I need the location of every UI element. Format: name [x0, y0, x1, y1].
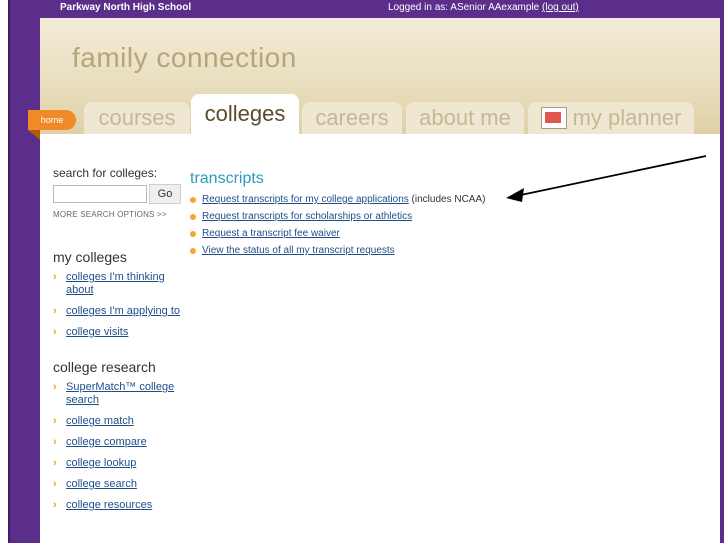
- chevron-right-icon: ›: [53, 499, 57, 511]
- go-button[interactable]: Go: [149, 184, 181, 204]
- logout-link[interactable]: (log out): [542, 2, 579, 13]
- list-item: › college compare: [53, 436, 183, 449]
- school-name: Parkway North High School: [60, 2, 192, 13]
- transcripts-section: transcripts Request transcripts for my c…: [190, 170, 710, 262]
- tab-courses[interactable]: courses: [84, 102, 190, 134]
- list-item: › college visits: [53, 326, 183, 339]
- list-item: › college search: [53, 478, 183, 491]
- tab-my-planner[interactable]: my planner: [528, 102, 694, 134]
- list-item: View the status of all my transcript req…: [190, 245, 710, 256]
- more-search-options-link[interactable]: MORE SEARCH OPTIONS >>: [53, 210, 183, 219]
- tab-colleges[interactable]: colleges: [191, 94, 299, 134]
- college-lookup-link[interactable]: college lookup: [66, 457, 136, 469]
- brand-title: family connection: [72, 42, 297, 73]
- logged-in-prefix: Logged in as:: [388, 2, 451, 13]
- college-resources-link[interactable]: college resources: [66, 499, 152, 511]
- login-status: Logged in as: ASenior AAexample (log out…: [388, 2, 579, 13]
- transcript-status-link[interactable]: View the status of all my transcript req…: [202, 245, 395, 256]
- chevron-right-icon: ›: [53, 305, 57, 317]
- chevron-right-icon: ›: [53, 415, 57, 427]
- list-item: › college resources: [53, 499, 183, 512]
- planner-icon: [540, 107, 567, 129]
- right-purple-bar: [720, 0, 724, 543]
- bullet-icon: [190, 248, 196, 254]
- my-colleges-list: › colleges I'm thinking about › colleges I…: [53, 271, 183, 339]
- college-compare-link[interactable]: college compare: [66, 436, 147, 448]
- list-item: › college lookup: [53, 457, 183, 470]
- college-search-link[interactable]: college search: [66, 478, 137, 490]
- top-bar: Parkway North High School Logged in as: …: [40, 0, 720, 18]
- bullet-icon: [190, 214, 196, 220]
- left-white-strip: [0, 0, 8, 543]
- list-item: Request a transcript fee waiver: [190, 228, 710, 239]
- chevron-right-icon: ›: [53, 457, 57, 469]
- home-tab-fold: [28, 130, 40, 140]
- logged-in-user: ASenior AAexample: [450, 2, 540, 13]
- bullet-icon: [190, 197, 196, 203]
- chevron-right-icon: ›: [53, 271, 57, 283]
- link-suffix: (includes NCAA): [408, 194, 486, 205]
- transcript-fee-waiver-link[interactable]: Request a transcript fee waiver: [202, 228, 340, 239]
- search-row: Go: [53, 184, 183, 204]
- college-visits-link[interactable]: college visits: [66, 326, 128, 338]
- tab-about-me[interactable]: about me: [406, 102, 524, 134]
- chevron-right-icon: ›: [53, 478, 57, 490]
- transcripts-heading: transcripts: [190, 170, 264, 187]
- list-item: Request transcripts for scholarships or …: [190, 211, 710, 222]
- colleges-thinking-about-link[interactable]: colleges I'm thinking about: [66, 271, 165, 296]
- sidebar: search for colleges: Go MORE SEARCH OPTI…: [53, 166, 183, 520]
- college-research-heading: college research: [53, 359, 156, 375]
- college-search-input[interactable]: [53, 185, 147, 203]
- chevron-right-icon: ›: [53, 436, 57, 448]
- supermatch-college-search-link[interactable]: SuperMatch™ college search: [66, 381, 174, 406]
- college-match-link[interactable]: college match: [66, 415, 134, 427]
- tab-careers[interactable]: careers: [302, 102, 402, 134]
- list-item: › SuperMatch™ college search: [53, 381, 183, 407]
- bullet-icon: [190, 231, 196, 237]
- main-tabs: home courses colleges careers about me m…: [28, 94, 720, 140]
- transcript-links-list: Request transcripts for my college appli…: [190, 194, 710, 256]
- my-colleges-heading: my colleges: [53, 249, 127, 265]
- list-item: Request transcripts for my college appli…: [190, 194, 710, 205]
- college-research-list: › SuperMatch™ college search › college mat…: [53, 381, 183, 512]
- left-dark-strip: [8, 0, 10, 543]
- chevron-right-icon: ›: [53, 326, 57, 338]
- request-transcripts-scholarships-link[interactable]: Request transcripts for scholarships or …: [202, 211, 412, 222]
- search-label: search for colleges:: [53, 166, 158, 180]
- list-item: › colleges I'm thinking about: [53, 271, 183, 297]
- tab-home[interactable]: home: [28, 110, 76, 130]
- list-item: › colleges I'm applying to: [53, 305, 183, 318]
- chevron-right-icon: ›: [53, 381, 57, 393]
- request-transcripts-college-applications-link[interactable]: Request transcripts for my college appli…: [202, 194, 409, 205]
- tab-my-planner-label: my planner: [572, 105, 682, 130]
- colleges-applying-to-link[interactable]: colleges I'm applying to: [66, 305, 180, 317]
- list-item: › college match: [53, 415, 183, 428]
